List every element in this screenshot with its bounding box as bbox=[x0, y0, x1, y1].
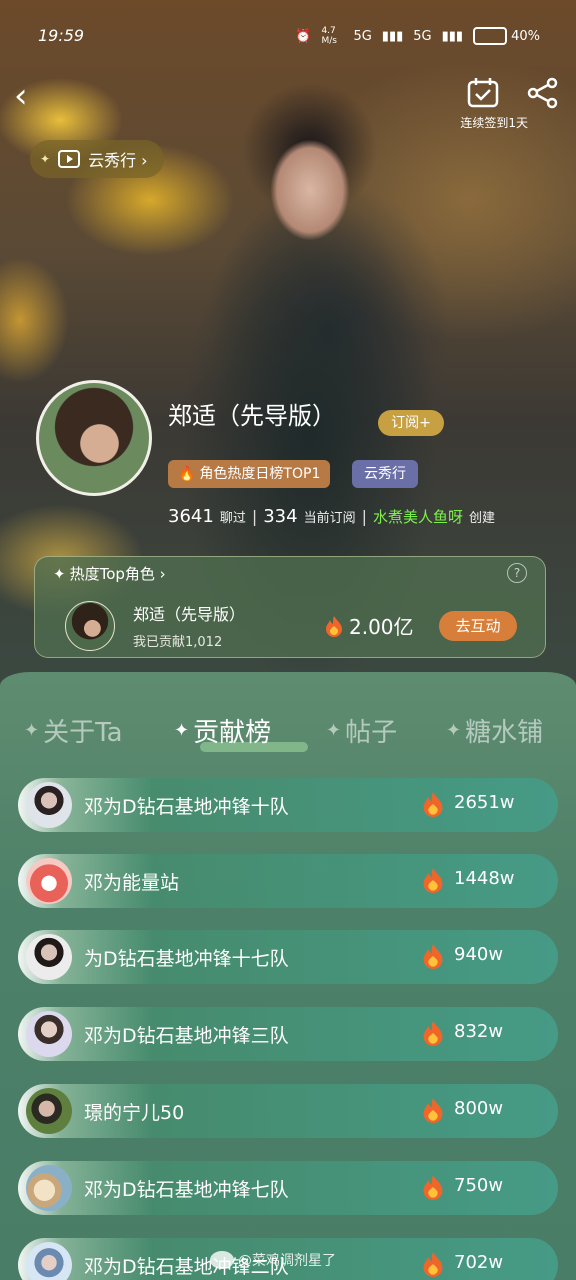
fire-icon: 🔥 bbox=[178, 466, 196, 482]
watermark-text: @菜鸡调剂星了 bbox=[238, 1253, 336, 1269]
subscribe-button[interactable]: 订阅+ bbox=[378, 410, 444, 436]
status-icons: ⏰ 4.7 M/s 5G ▮▮▮ 5G ▮▮▮ 40% bbox=[295, 26, 540, 46]
fire-icon bbox=[423, 1175, 443, 1200]
user-avatar bbox=[26, 858, 72, 904]
fire-icon bbox=[423, 868, 443, 893]
subs-label: 当前订阅 bbox=[303, 511, 356, 526]
tab-bar: ✦ 关于Ta ✦ 贡献榜 ✦ 帖子 ✦ 糖水铺 bbox=[0, 712, 576, 758]
tab-label: 关于Ta bbox=[43, 718, 123, 748]
ranking-row[interactable]: 邓为D钻石基地冲锋三队 832w bbox=[18, 1007, 558, 1061]
yunxiu-button[interactable]: ✦ 云秀行 › bbox=[30, 140, 164, 178]
sparkle-icon: ✦ bbox=[53, 564, 66, 583]
user-name: 邓为D钻石基地冲锋七队 bbox=[84, 1179, 289, 1201]
user-name: 邓为D钻石基地冲锋十队 bbox=[84, 796, 289, 818]
divider: | bbox=[361, 507, 367, 526]
user-avatar bbox=[26, 1242, 72, 1280]
signal-5g-1: 5G bbox=[353, 28, 372, 44]
character-name: 郑适（先导版） bbox=[168, 402, 336, 430]
fire-icon bbox=[423, 944, 443, 969]
status-bar: 19:59 ⏰ 4.7 M/s 5G ▮▮▮ 5G ▮▮▮ 40% bbox=[0, 22, 576, 52]
ranking-row[interactable]: 邓为D钻石基地冲锋七队 750w bbox=[18, 1161, 558, 1215]
ranking-row[interactable]: 邓为能量站 1448w bbox=[18, 854, 558, 908]
user-avatar bbox=[26, 782, 72, 828]
alarm-icon: ⏰ bbox=[295, 28, 312, 44]
my-contribution: 我已贡献1,012 bbox=[133, 635, 223, 650]
hot-top-title: 热度Top角色 › bbox=[69, 565, 166, 583]
subs-count: 334 bbox=[263, 506, 298, 527]
tab-candy-shop[interactable]: ✦ 糖水铺 bbox=[446, 712, 543, 749]
heat-number: 2.00亿 bbox=[349, 615, 414, 639]
user-avatar bbox=[26, 934, 72, 980]
signal-bars-icon-2: ▮▮▮ bbox=[441, 28, 464, 44]
share-icon[interactable] bbox=[526, 76, 560, 110]
tab-label: 贡献榜 bbox=[193, 718, 272, 748]
fire-icon bbox=[423, 1252, 443, 1277]
hot-rank-badge[interactable]: 🔥 角色热度日榜TOP1 bbox=[168, 460, 331, 488]
checkin-label: 连续签到1天 bbox=[460, 116, 528, 130]
chats-count: 3641 bbox=[168, 506, 214, 527]
heat-value: 2.00亿 bbox=[325, 611, 414, 640]
watermark: @菜鸡调剂星了 bbox=[210, 1250, 336, 1270]
contribution-value: 702w bbox=[454, 1252, 504, 1273]
user-avatar bbox=[26, 1011, 72, 1057]
sparkle-icon: ✦ bbox=[24, 720, 40, 741]
contribution-value: 1448w bbox=[454, 868, 515, 889]
tab-label: 糖水铺 bbox=[465, 718, 544, 748]
contribution-value: 940w bbox=[454, 944, 504, 965]
top-role-name: 郑适（先导版） bbox=[133, 605, 246, 624]
status-time: 19:59 bbox=[38, 26, 85, 45]
yunxiu-label: 云秀行 › bbox=[88, 151, 148, 170]
divider: | bbox=[251, 507, 258, 526]
ranking-row[interactable]: 璟的宁儿50 800w bbox=[18, 1084, 558, 1138]
help-icon[interactable]: ? bbox=[507, 563, 527, 583]
back-icon[interactable]: ‹ bbox=[14, 76, 44, 116]
top-role-avatar bbox=[65, 601, 115, 651]
tab-contribution[interactable]: ✦ 贡献榜 bbox=[174, 712, 271, 749]
ranking-row[interactable]: 为D钻石基地冲锋十七队 940w bbox=[18, 930, 558, 984]
character-avatar[interactable] bbox=[36, 380, 152, 496]
fire-icon bbox=[423, 1021, 443, 1046]
calendar-checkin-icon[interactable] bbox=[466, 76, 500, 110]
chats-label: 聊过 bbox=[219, 511, 246, 526]
fire-icon bbox=[326, 615, 342, 637]
sparkle-icon: ✦ bbox=[446, 720, 462, 741]
battery: 40% bbox=[473, 27, 540, 45]
creator-label: 创建 bbox=[469, 511, 496, 526]
ranking-row[interactable]: 邓为D钻石基地冲锋十队 2651w bbox=[18, 778, 558, 832]
signal-bars-icon: ▮▮▮ bbox=[381, 28, 404, 44]
contribution-value: 832w bbox=[454, 1021, 504, 1042]
user-name: 为D钻石基地冲锋十七队 bbox=[84, 948, 289, 970]
video-play-icon bbox=[58, 150, 81, 168]
creator-link[interactable]: 水煮美人鱼呀 bbox=[373, 506, 463, 527]
contribution-value: 750w bbox=[454, 1175, 504, 1196]
hot-top-card[interactable]: ✦ 热度Top角色 › ? 郑适（先导版） 我已贡献1,012 2.00亿 去互… bbox=[34, 556, 546, 658]
hot-top-header[interactable]: ✦ 热度Top角色 › bbox=[53, 563, 166, 584]
profile-stats: 3641 聊过 | 334 当前订阅 | 水煮美人鱼呀 创建 bbox=[168, 506, 495, 527]
weibo-icon bbox=[210, 1251, 234, 1269]
user-avatar bbox=[26, 1165, 72, 1211]
hot-rank-label: 角色热度日榜TOP1 bbox=[199, 466, 321, 482]
interact-button[interactable]: 去互动 bbox=[439, 611, 517, 641]
screen: 19:59 ⏰ 4.7 M/s 5G ▮▮▮ 5G ▮▮▮ 40% ‹ 连续签到… bbox=[0, 0, 576, 1280]
sparkle-icon: ✦ bbox=[174, 720, 190, 741]
user-name: 邓为D钻石基地冲锋三队 bbox=[84, 1025, 289, 1047]
user-name: 邓为能量站 bbox=[84, 872, 180, 894]
battery-icon bbox=[473, 27, 508, 45]
sparkle-icon: ✦ bbox=[40, 152, 51, 166]
tab-label: 帖子 bbox=[345, 718, 398, 748]
user-avatar bbox=[26, 1088, 72, 1134]
fire-icon bbox=[423, 1098, 443, 1123]
fire-icon bbox=[423, 792, 443, 817]
contribution-value: 2651w bbox=[454, 792, 515, 813]
signal-5g-2: 5G bbox=[413, 28, 432, 44]
tab-posts[interactable]: ✦ 帖子 bbox=[326, 712, 397, 749]
battery-level: 40% bbox=[511, 28, 540, 44]
yunxiu-badge[interactable]: 云秀行 bbox=[352, 460, 418, 488]
user-name: 璟的宁儿50 bbox=[84, 1102, 185, 1124]
contribution-value: 800w bbox=[454, 1098, 504, 1119]
network-speed: 4.7 M/s bbox=[321, 26, 337, 46]
sparkle-icon: ✦ bbox=[326, 720, 342, 741]
tab-about[interactable]: ✦ 关于Ta bbox=[24, 712, 123, 749]
